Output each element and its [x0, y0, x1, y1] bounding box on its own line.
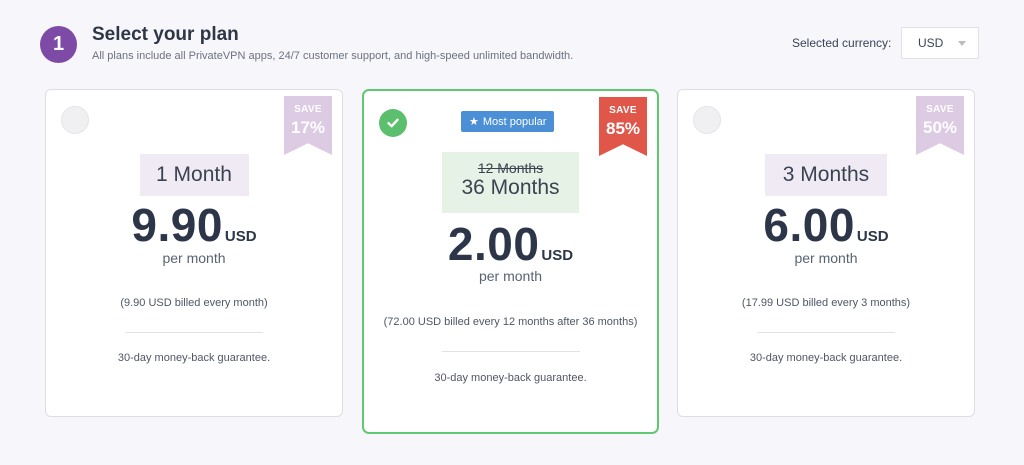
plan-card-1-month[interactable]: SAVE 17% 1 Month 9.90 USD per month (9.90…	[45, 89, 343, 417]
divider	[125, 332, 263, 333]
per-month-label: per month	[794, 250, 858, 266]
plan-price: 2.00	[447, 218, 540, 270]
divider	[757, 332, 895, 333]
page-title: Select your plan	[92, 24, 239, 45]
per-month-label: per month	[162, 250, 226, 266]
save-label: SAVE	[926, 104, 954, 115]
most-popular-badge: ★ Most popular	[461, 111, 555, 132]
plan-currency: USD	[856, 228, 889, 245]
billing-note: (17.99 USD billed every 3 months)	[741, 297, 911, 309]
star-icon: ★	[469, 116, 479, 128]
plan-price: 9.90	[131, 199, 223, 251]
page-subtitle: All plans include all PrivateVPN apps, 2…	[92, 50, 574, 62]
plan-duration: 1 Month	[139, 154, 249, 196]
billing-note: (9.90 USD billed every month)	[120, 297, 268, 309]
save-ribbon: SAVE 17%	[284, 96, 332, 155]
guarantee-note: 30-day money-back guarantee.	[434, 372, 587, 384]
most-popular-label: Most popular	[482, 115, 547, 128]
step-number-badge: 1	[40, 26, 77, 63]
billing-note: (72.00 USD billed every 12 months after …	[383, 316, 638, 328]
plan-card-36-months[interactable]: ★ Most popular SAVE 85% 12 Months 36 Mon…	[362, 89, 659, 434]
save-percent: 17%	[290, 118, 326, 137]
currency-select[interactable]: USD	[901, 27, 979, 59]
save-ribbon: SAVE 50%	[916, 96, 964, 155]
plan-duration: 3 Months	[765, 154, 887, 196]
save-percent: 85%	[605, 119, 641, 138]
chevron-down-icon	[958, 41, 966, 46]
save-label: SAVE	[294, 104, 322, 115]
plan-currency: USD	[541, 247, 574, 264]
currency-label: Selected currency:	[792, 36, 892, 50]
plan-duration-label: 36 Months	[461, 176, 560, 199]
per-month-label: per month	[478, 268, 543, 284]
divider	[441, 351, 580, 352]
check-icon	[379, 109, 407, 137]
save-ribbon: SAVE 85%	[599, 97, 647, 156]
price-row: 9.90 USD	[46, 198, 342, 252]
plan-card-3-months[interactable]: SAVE 50% 3 Months 6.00 USD per month (17.…	[677, 89, 975, 417]
plan-duration: 12 Months 36 Months	[442, 152, 579, 213]
plan-radio[interactable]	[693, 106, 721, 134]
price-row: 6.00 USD	[678, 198, 974, 252]
original-duration: 12 Months	[477, 160, 544, 176]
plan-radio[interactable]	[61, 106, 89, 134]
price-row: 2.00 USD	[364, 217, 657, 271]
guarantee-note: 30-day money-back guarantee.	[117, 352, 271, 364]
save-percent: 50%	[922, 118, 958, 137]
plan-currency: USD	[224, 228, 257, 245]
guarantee-note: 30-day money-back guarantee.	[749, 352, 903, 364]
save-label: SAVE	[609, 105, 637, 116]
plan-price: 6.00	[763, 199, 855, 251]
currency-select-value: USD	[918, 36, 944, 50]
